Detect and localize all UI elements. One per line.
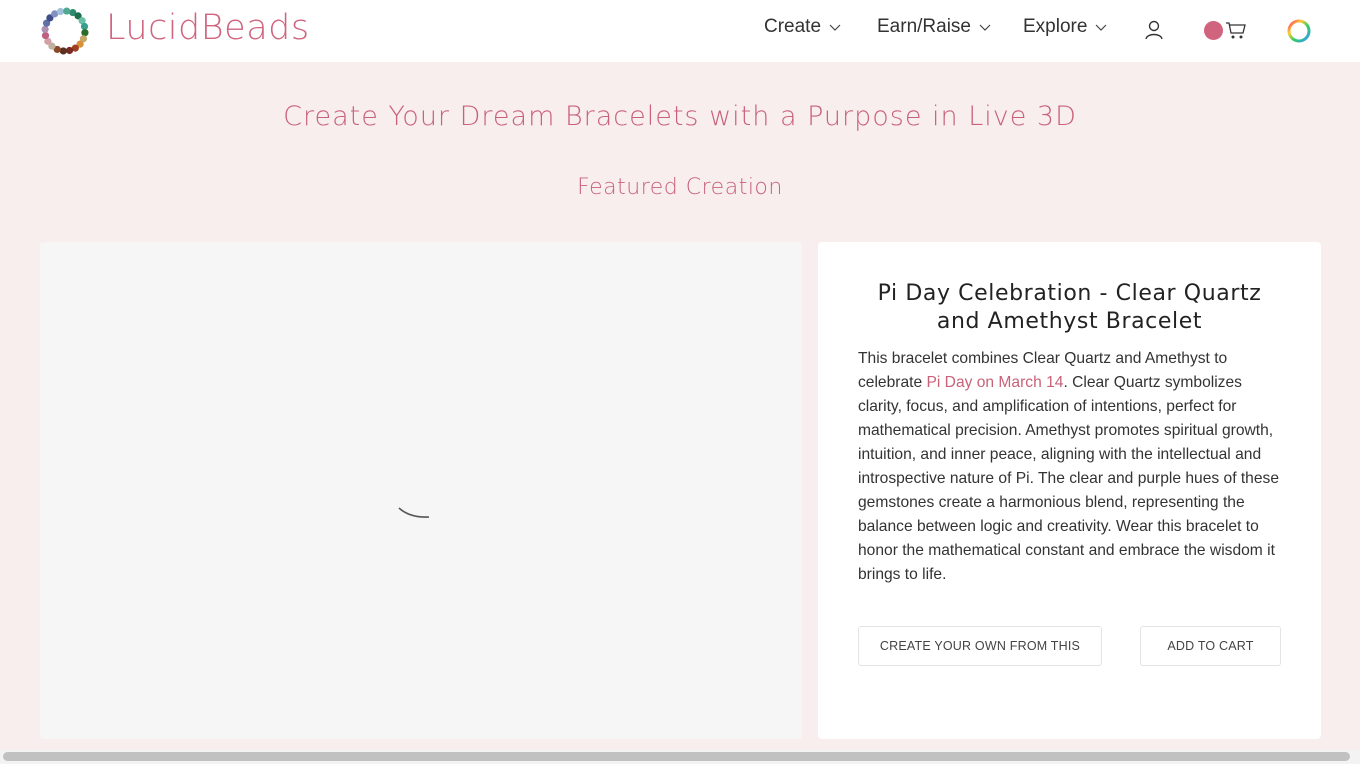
bead	[65, 46, 74, 55]
color-ring-icon[interactable]	[1286, 18, 1312, 44]
cart-icon[interactable]	[1225, 21, 1247, 41]
bead	[63, 7, 71, 15]
chevron-down-icon	[829, 24, 841, 31]
description-text-rest: . Clear Quartz symbolizes clarity, focus…	[858, 374, 1280, 583]
product-description: This bracelet combines Clear Quartz and …	[858, 347, 1283, 587]
nav-earn-raise[interactable]: Earn/Raise	[877, 16, 991, 38]
site-header: LucidBeads Create Earn/Raise Explore	[0, 0, 1360, 62]
nav-create[interactable]: Create	[764, 16, 841, 38]
nav-explore[interactable]: Explore	[1023, 16, 1107, 38]
nav-create-label: Create	[764, 16, 822, 37]
cart-badge[interactable]	[1204, 21, 1223, 40]
pi-day-highlight: Pi Day on March 14	[926, 374, 1064, 391]
chevron-down-icon	[1095, 24, 1107, 31]
bead	[41, 25, 49, 33]
product-card: Pi Day Celebration - Clear Quartz and Am…	[818, 242, 1321, 739]
loading-spinner-icon	[398, 507, 430, 518]
bead	[59, 47, 67, 55]
section-title: Featured Creation	[577, 175, 783, 200]
product-title: Pi Day Celebration - Clear Quartz and Am…	[877, 281, 1262, 334]
add-to-cart-button[interactable]: ADD TO CART	[1140, 626, 1281, 666]
scrollbar-thumb[interactable]	[3, 752, 1350, 761]
bead	[41, 31, 50, 40]
logo-bead-ring-icon[interactable]	[40, 6, 90, 56]
bead	[56, 7, 65, 16]
create-own-button[interactable]: CREATE YOUR OWN FROM THIS	[858, 626, 1102, 666]
nav-explore-label: Explore	[1023, 16, 1088, 37]
bead	[81, 29, 89, 37]
brand-name[interactable]: LucidBeads	[106, 8, 310, 48]
nav-earn-raise-label: Earn/Raise	[877, 16, 971, 37]
user-icon[interactable]	[1144, 20, 1164, 40]
3d-viewer[interactable]	[40, 242, 802, 739]
bead	[80, 22, 89, 31]
chevron-down-icon	[979, 24, 991, 31]
page-title: Create Your Dream Bracelets with a Purpo…	[283, 101, 1077, 132]
